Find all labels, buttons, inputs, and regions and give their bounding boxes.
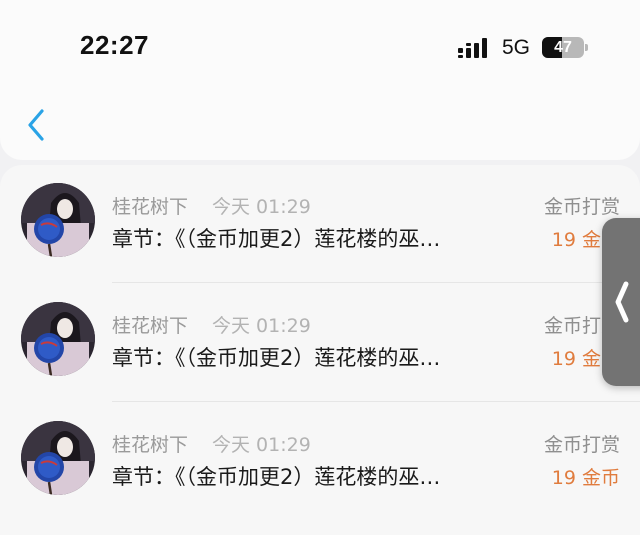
list-item[interactable]: 桂花树下 今天 01:29 章节：《（金币加更2）莲花楼的巫… 金币打赏 19 … bbox=[0, 403, 640, 521]
chevron-left-icon bbox=[615, 281, 629, 323]
timestamp: 今天 01:29 bbox=[212, 434, 311, 456]
status-time: 22:27 bbox=[80, 30, 149, 60]
reward-type: 金币打赏 bbox=[543, 196, 620, 218]
side-drawer-handle[interactable] bbox=[602, 218, 640, 386]
battery-level: 47 bbox=[554, 39, 572, 56]
avatar[interactable] bbox=[21, 183, 95, 257]
chapter-title: 章节：《（金币加更2）莲花楼的巫… bbox=[112, 227, 441, 251]
reward-list: 桂花树下 今天 01:29 章节：《（金币加更2）莲花楼的巫… 金币打赏 19 … bbox=[0, 165, 640, 535]
battery-icon: 47 bbox=[542, 37, 584, 58]
avatar[interactable] bbox=[21, 302, 95, 376]
row-divider bbox=[112, 282, 640, 283]
network-label: 5G bbox=[502, 36, 531, 59]
list-item[interactable]: 桂花树下 今天 01:29 章节：《（金币加更2）莲花楼的巫… 金币打赏 19 … bbox=[0, 165, 640, 283]
chapter-title: 章节：《（金币加更2）莲花楼的巫… bbox=[112, 465, 441, 489]
list-item[interactable]: 桂花树下 今天 01:29 章节：《（金币加更2）莲花楼的巫… 金币打赏 19 … bbox=[0, 284, 640, 402]
timestamp: 今天 01:29 bbox=[212, 196, 311, 218]
user-name: 桂花树下 bbox=[112, 315, 189, 337]
user-name: 桂花树下 bbox=[112, 434, 189, 456]
reward-amount: 19 金币 bbox=[551, 467, 620, 489]
back-button[interactable] bbox=[20, 105, 54, 145]
chapter-title: 章节：《（金币加更2）莲花楼的巫… bbox=[112, 346, 441, 370]
battery-cap bbox=[585, 44, 588, 51]
timestamp: 今天 01:29 bbox=[212, 315, 311, 337]
reward-type: 金币打赏 bbox=[543, 434, 620, 456]
header-bar: 22:27 5G 47 bbox=[0, 0, 640, 160]
row-divider bbox=[112, 401, 640, 402]
chevron-left-icon bbox=[28, 109, 44, 141]
signal-bars-icon bbox=[458, 38, 487, 58]
user-name: 桂花树下 bbox=[112, 196, 189, 218]
avatar[interactable] bbox=[21, 421, 95, 495]
